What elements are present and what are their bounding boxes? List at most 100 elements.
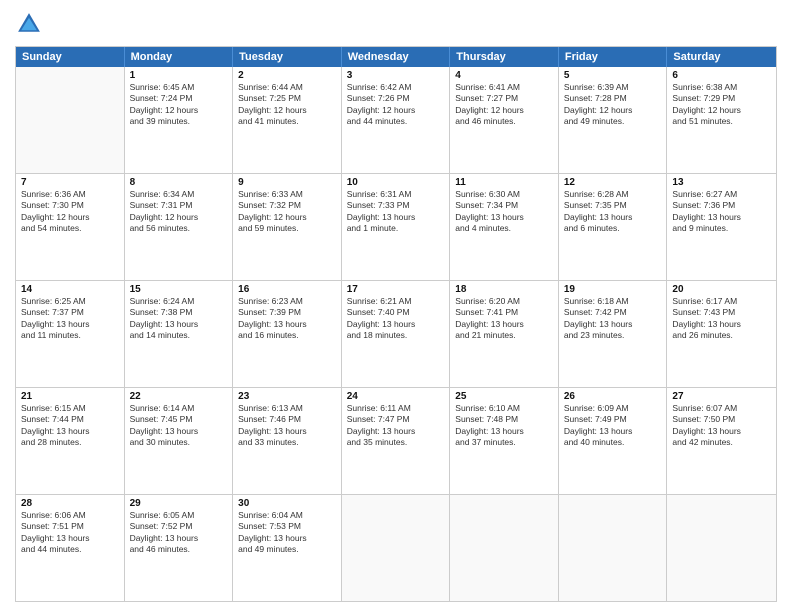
cell-info-line: Daylight: 12 hours [347,105,445,116]
day-header-thursday: Thursday [450,47,559,67]
calendar-row-1: 1Sunrise: 6:45 AMSunset: 7:24 PM Daylight… [16,67,776,174]
day-cell-5: 5Sunrise: 6:39 AMSunset: 7:28 PMDaylight… [559,67,668,173]
day-number: 5 [564,70,662,81]
cell-info-line: Sunrise: 6:04 AM [238,510,336,521]
cell-info-line: Sunset: 7:50 PM [672,414,771,425]
cell-info-line: Sunrise: 6:07 AM [672,403,771,414]
cell-info-line: and 16 minutes. [238,330,336,341]
cell-info-line: Sunrise: 6:41 AM [455,82,553,93]
cell-info-line: and 21 minutes. [455,330,553,341]
cell-info-line: Sunset: 7:34 PM [455,200,553,211]
cell-info-line: Sunset: 7:30 PM [21,200,119,211]
cell-info-line: Daylight: 13 hours [21,533,119,544]
cell-info-line: Sunset: 7:42 PM [564,307,662,318]
cell-info-line: Daylight: 13 hours [347,212,445,223]
day-cell-14: 14Sunrise: 6:25 AMSunset: 7:37 PMDayligh… [16,281,125,387]
cell-info-line: Sunset: 7:51 PM [21,521,119,532]
cell-info-line: and 49 minutes. [564,116,662,127]
cell-info-line: Daylight: 13 hours [564,212,662,223]
cell-info-line: Sunrise: 6:11 AM [347,403,445,414]
cell-info-line: Sunrise: 6:28 AM [564,189,662,200]
cell-info-line: Daylight: 12 hours [455,105,553,116]
cell-info-line: Daylight: 13 hours [130,426,228,437]
day-number: 14 [21,284,119,295]
cell-info-line: Daylight: 13 hours [672,426,771,437]
day-number: 23 [238,391,336,402]
cell-info-line: Sunset: 7:39 PM [238,307,336,318]
cell-info-line: Daylight: 13 hours [347,426,445,437]
cell-info-line: Daylight: 12 hours [238,105,336,116]
day-header-sunday: Sunday [16,47,125,67]
cell-info-line: Sunrise: 6:17 AM [672,296,771,307]
cell-info-line: Sunset: 7:29 PM [672,93,771,104]
cell-info-line: Sunrise: 6:09 AM [564,403,662,414]
empty-cell [16,67,125,173]
cell-info-line: Daylight: 13 hours [455,319,553,330]
cell-info-line: Sunset: 7:24 PM [130,93,228,104]
cell-info-line: Sunrise: 6:44 AM [238,82,336,93]
cell-info-line: and 6 minutes. [564,223,662,234]
day-cell-8: 8Sunrise: 6:34 AMSunset: 7:31 PMDaylight… [125,174,234,280]
cell-info-line: Sunrise: 6:21 AM [347,296,445,307]
logo [15,10,47,38]
calendar-body: 1Sunrise: 6:45 AMSunset: 7:24 PM Daylight… [16,67,776,601]
day-number: 4 [455,70,553,81]
cell-info-line: Sunset: 7:41 PM [455,307,553,318]
day-header-tuesday: Tuesday [233,47,342,67]
cell-info-line: Sunrise: 6:05 AM [130,510,228,521]
cell-info-line: Sunrise: 6:36 AM [21,189,119,200]
day-number: 9 [238,177,336,188]
calendar: SundayMondayTuesdayWednesdayThursdayFrid… [15,46,777,602]
day-number: 3 [347,70,445,81]
cell-info-line: Sunset: 7:53 PM [238,521,336,532]
day-number: 22 [130,391,228,402]
empty-cell [559,495,668,601]
calendar-header: SundayMondayTuesdayWednesdayThursdayFrid… [16,47,776,67]
day-number: 16 [238,284,336,295]
cell-info-line: Sunrise: 6:20 AM [455,296,553,307]
cell-info-line: Sunrise: 6:45 AM [130,82,228,93]
cell-info-line: Sunrise: 6:06 AM [21,510,119,521]
day-cell-10: 10Sunrise: 6:31 AMSunset: 7:33 PMDayligh… [342,174,451,280]
day-cell-4: 4Sunrise: 6:41 AMSunset: 7:27 PMDaylight… [450,67,559,173]
day-cell-17: 17Sunrise: 6:21 AMSunset: 7:40 PMDayligh… [342,281,451,387]
cell-info-line: Sunrise: 6:10 AM [455,403,553,414]
cell-info-line: and 11 minutes. [21,330,119,341]
day-cell-13: 13Sunrise: 6:27 AMSunset: 7:36 PMDayligh… [667,174,776,280]
day-number: 2 [238,70,336,81]
cell-info-line: and 28 minutes. [21,437,119,448]
cell-info-line: Daylight: 13 hours [347,319,445,330]
header [15,10,777,38]
day-number: 19 [564,284,662,295]
day-cell-23: 23Sunrise: 6:13 AMSunset: 7:46 PMDayligh… [233,388,342,494]
cell-info-line: Sunrise: 6:15 AM [21,403,119,414]
day-cell-3: 3Sunrise: 6:42 AMSunset: 7:26 PMDaylight… [342,67,451,173]
cell-info-line: Sunset: 7:35 PM [564,200,662,211]
cell-info-line: Sunrise: 6:39 AM [564,82,662,93]
day-cell-28: 28Sunrise: 6:06 AMSunset: 7:51 PMDayligh… [16,495,125,601]
day-number: 28 [21,498,119,509]
cell-info-line: Sunset: 7:48 PM [455,414,553,425]
day-cell-20: 20Sunrise: 6:17 AMSunset: 7:43 PMDayligh… [667,281,776,387]
cell-info-line: Sunrise: 6:14 AM [130,403,228,414]
day-number: 1 [130,70,228,81]
day-number: 17 [347,284,445,295]
cell-info-line: and 23 minutes. [564,330,662,341]
cell-info-line: Sunrise: 6:27 AM [672,189,771,200]
cell-info-line: Daylight: 12 hours [21,212,119,223]
page: SundayMondayTuesdayWednesdayThursdayFrid… [0,0,792,612]
day-number: 26 [564,391,662,402]
cell-info-line: and 18 minutes. [347,330,445,341]
day-number: 8 [130,177,228,188]
cell-info-line: and 14 minutes. [130,330,228,341]
cell-info-line: and 59 minutes. [238,223,336,234]
day-cell-2: 2Sunrise: 6:44 AMSunset: 7:25 PMDaylight… [233,67,342,173]
cell-info-line: Daylight: 13 hours [238,533,336,544]
day-header-friday: Friday [559,47,668,67]
cell-info-line: and 51 minutes. [672,116,771,127]
day-number: 13 [672,177,771,188]
cell-info-line: Sunset: 7:40 PM [347,307,445,318]
cell-info-line: and 1 minute. [347,223,445,234]
day-header-monday: Monday [125,47,234,67]
day-number: 12 [564,177,662,188]
